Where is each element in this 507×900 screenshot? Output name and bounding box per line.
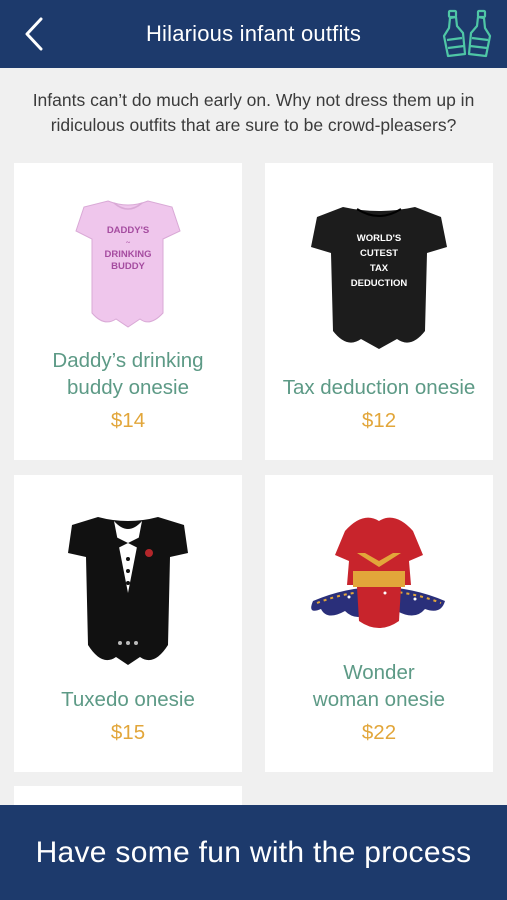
product-price: $12 bbox=[361, 409, 397, 432]
page-title: Hilarious infant outfits bbox=[145, 21, 362, 46]
product-name-line: Tax deduction onesie bbox=[282, 376, 476, 399]
product-name-line: woman onesie bbox=[312, 688, 446, 711]
product-price: $15 bbox=[110, 721, 146, 744]
product-card[interactable]: WORLD'S CUTEST TAX DEDUCTION Tax deducti… bbox=[265, 163, 493, 460]
product-image-tax-deduction: WORLD'S CUTEST TAX DEDUCTION bbox=[265, 163, 493, 353]
onesie-print-line: TAX bbox=[370, 263, 389, 274]
onesie-print-line: DRINKING bbox=[105, 249, 152, 260]
product-price: $14 bbox=[110, 409, 146, 432]
onesie-print-line: WORLD'S bbox=[357, 233, 401, 244]
svg-text:~: ~ bbox=[126, 238, 131, 247]
app-header: Hilarious infant outfits bbox=[0, 0, 507, 68]
product-name-line: buddy onesie bbox=[67, 376, 189, 399]
footer-text: Have some fun with the process bbox=[35, 835, 472, 869]
product-image-tuxedo bbox=[14, 475, 242, 665]
footer-banner: Have some fun with the process bbox=[0, 805, 507, 900]
product-price: $22 bbox=[361, 721, 397, 744]
onesie-print-line: BUDDY bbox=[111, 261, 145, 272]
product-name-line: Daddy’s drinking bbox=[52, 349, 204, 372]
bottles-icon bbox=[442, 9, 492, 58]
product-card[interactable]: DADDY'S ~ DRINKING BUDDY Daddy’s drinkin… bbox=[14, 163, 242, 460]
intro-text: Infants can’t do much early on. Why not … bbox=[32, 90, 475, 135]
back-button[interactable] bbox=[16, 16, 52, 52]
product-image-daddys-drinking-buddy: DADDY'S ~ DRINKING BUDDY bbox=[14, 163, 242, 353]
chevron-left-icon bbox=[25, 17, 43, 51]
onesie-print-line: DADDY'S bbox=[107, 225, 149, 236]
product-card[interactable]: Wonder woman onesie $22 bbox=[265, 475, 493, 772]
product-image-wonder-woman bbox=[265, 475, 493, 665]
onesie-print-line: CUTEST bbox=[360, 248, 398, 259]
product-card[interactable]: Tuxedo onesie $15 bbox=[14, 475, 242, 772]
product-name-line: Wonder bbox=[343, 661, 415, 684]
onesie-print-line: DEDUCTION bbox=[351, 278, 408, 289]
product-name-line: Tuxedo onesie bbox=[61, 688, 195, 711]
